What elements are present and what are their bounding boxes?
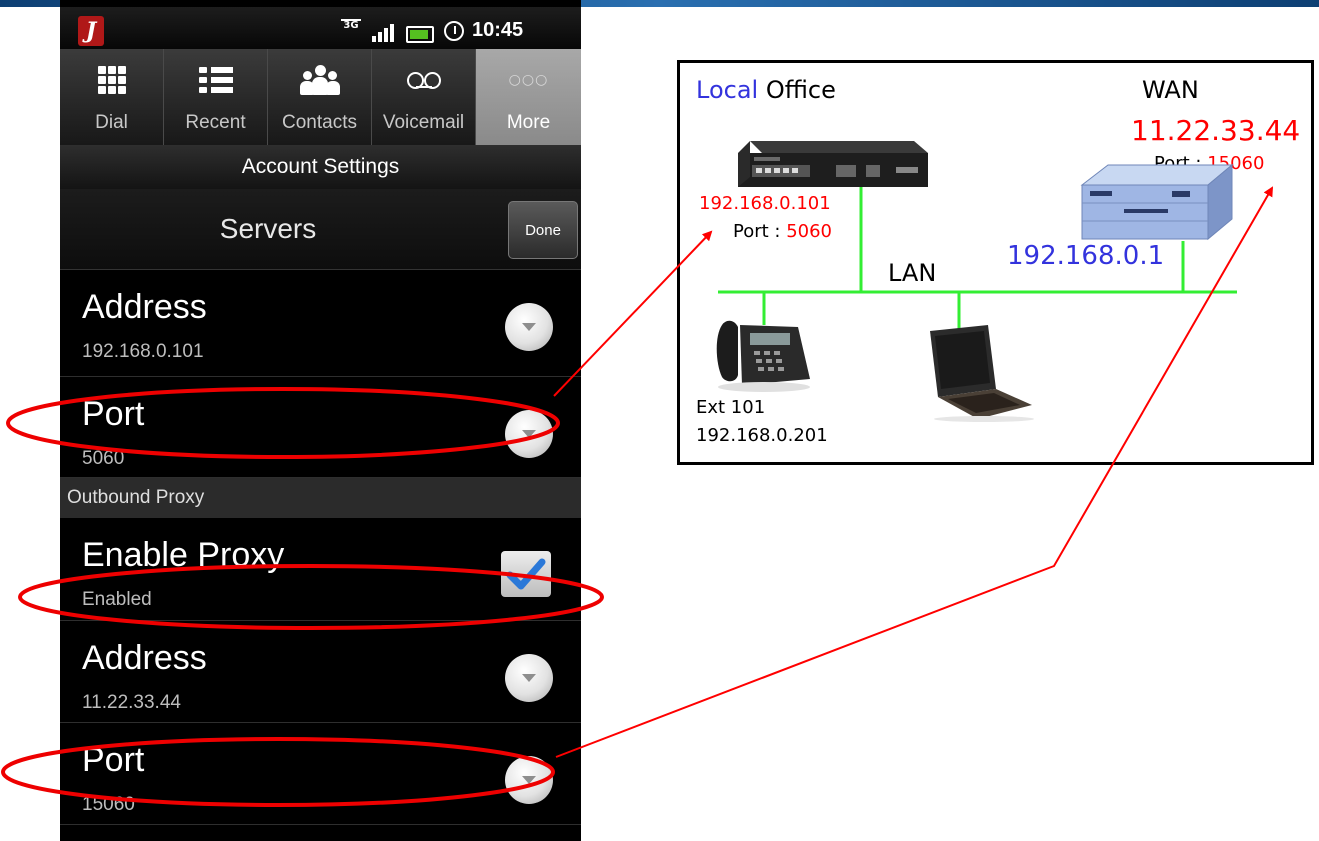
tab-recent[interactable]: Recent (164, 49, 268, 145)
more-icon: ○○○ (508, 72, 549, 88)
tab-more[interactable]: ○○○ More (476, 49, 581, 145)
setting-label: Address (82, 639, 207, 677)
tab-label: Dial (95, 112, 128, 133)
tab-contacts[interactable]: Contacts (268, 49, 372, 145)
done-button[interactable]: Done (508, 201, 578, 259)
signal-icon (372, 24, 396, 42)
battery-icon (406, 26, 434, 43)
dropdown-arrow-icon[interactable] (505, 654, 553, 702)
setting-value: 5060 (82, 448, 125, 469)
laptop-icon (930, 325, 1034, 422)
proxy-port-row[interactable]: Port 15060 (60, 723, 581, 825)
server-address-row[interactable]: Address 192.168.0.101 (60, 270, 581, 377)
status-bar: J 3G 10:45 (60, 7, 581, 49)
tab-label: Recent (185, 112, 246, 133)
voicemail-icon (406, 72, 441, 89)
servers-title: Servers (219, 213, 317, 244)
proxy-address-row[interactable]: Address 11.22.33.44 (60, 621, 581, 723)
dial-icon (97, 66, 126, 94)
enable-proxy-checkbox[interactable] (501, 551, 551, 597)
recent-icon (198, 63, 233, 97)
phone-ip: 192.168.0.201 (696, 425, 828, 446)
clock: 10:45 (472, 19, 524, 41)
setting-label: Port (82, 741, 145, 779)
setting-value: 11.22.33.44 (82, 692, 181, 713)
setting-value: 15060 (82, 794, 135, 815)
tab-dial[interactable]: Dial (60, 49, 164, 145)
enable-proxy-row[interactable]: Enable Proxy Enabled (60, 518, 581, 621)
checkmark-icon (506, 558, 546, 590)
section-header-outbound-proxy: Outbound Proxy (60, 478, 581, 518)
dropdown-arrow-icon[interactable] (505, 303, 553, 351)
tab-label: Voicemail (382, 112, 465, 133)
dropdown-arrow-icon[interactable] (505, 756, 553, 804)
setting-label: Port (82, 395, 145, 433)
network-3g-icon: 3G (341, 19, 361, 43)
tab-voicemail[interactable]: Voicemail (372, 49, 476, 145)
dropdown-arrow-icon[interactable] (505, 410, 553, 458)
tab-bar: Dial Recent Contacts Voicemail ○○○ More (60, 49, 581, 145)
tab-label: Contacts (282, 112, 357, 133)
contacts-icon (299, 65, 341, 95)
app-icon: J (78, 16, 104, 46)
setting-value: Enabled (82, 589, 152, 610)
phone-screen: J 3G 10:45 Dial Recent Contacts Voicemai… (60, 0, 581, 841)
tab-label: More (506, 112, 551, 133)
ip-phone-icon (716, 320, 810, 392)
phone-ext: Ext 101 (696, 397, 766, 418)
page-title: Account Settings (60, 145, 581, 189)
network-diagram: Local Office WAN 11.22.33.44 Port : 1506… (677, 60, 1314, 465)
setting-label: Address (82, 288, 207, 326)
setting-value: 192.168.0.101 (82, 341, 204, 362)
setting-label: Enable Proxy (82, 536, 285, 574)
servers-header: Servers Done (60, 189, 581, 270)
server-port-row[interactable]: Port 5060 (60, 377, 581, 478)
alarm-icon (444, 21, 464, 41)
